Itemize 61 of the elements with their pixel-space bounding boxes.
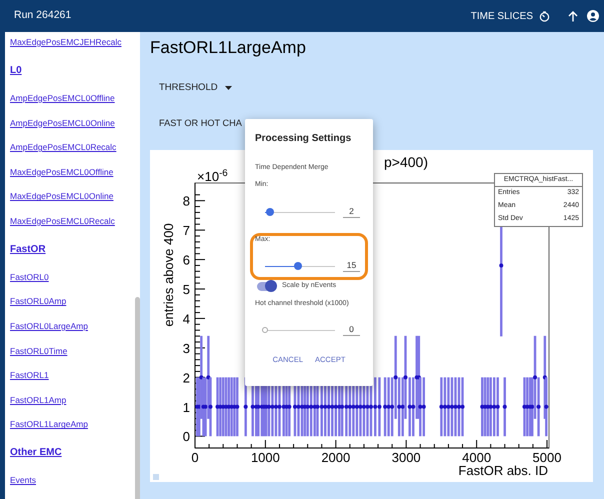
exponent-label: ×10$^{-6}$ bbox=[197, 167, 228, 186]
slider[interactable] bbox=[265, 207, 335, 217]
tick-label: 8 bbox=[182, 194, 190, 209]
toggle-switch[interactable] bbox=[257, 282, 274, 290]
sidebar-link[interactable]: AmpEdgePosEMCL0Online bbox=[10, 116, 115, 130]
sidebar-section-link[interactable]: Other EMC bbox=[10, 445, 62, 460]
corner-icon bbox=[153, 474, 159, 480]
sidebar-link[interactable]: MaxEdgePosEMCL0Online bbox=[10, 190, 114, 204]
run-title: Run 264261 bbox=[14, 8, 72, 24]
scrollbar-thumb[interactable] bbox=[135, 297, 140, 499]
value-field[interactable]: 2 bbox=[343, 206, 360, 218]
sidebar-link[interactable]: AmpEdgePosEMCL0Offline bbox=[10, 92, 115, 105]
sidebar-link[interactable]: FastORL0Time bbox=[10, 344, 68, 358]
page-title: FastORL1LargeAmp bbox=[150, 37, 307, 60]
sidebar-link[interactable]: FastORL0 bbox=[10, 270, 49, 284]
slider[interactable] bbox=[265, 261, 335, 271]
tick-label: 2 bbox=[182, 370, 190, 386]
value-field[interactable]: 15 bbox=[343, 260, 360, 272]
tick-label: 5 bbox=[182, 282, 190, 297]
section-label: FAST OR HOT CHA bbox=[159, 117, 242, 130]
sidebar-link[interactable]: AmpEdgePosEMCL0Recalc bbox=[10, 141, 116, 154]
tick-label: 4000 bbox=[462, 450, 492, 465]
axis-title: entries above 400 bbox=[161, 223, 176, 327]
slider-thumb[interactable] bbox=[262, 327, 268, 333]
tick-label: 5000 bbox=[532, 450, 562, 465]
tick-label: 0 bbox=[182, 429, 190, 444]
sidebar-link[interactable]: MaxEdgePosEMCL0Recalc bbox=[10, 214, 115, 228]
sidebar-link[interactable]: MaxEdgePosEMCL0Offline bbox=[10, 166, 114, 178]
sidebar-link[interactable]: FastORL1Amp bbox=[10, 394, 66, 407]
data-point bbox=[244, 377, 248, 436]
sidebar-link[interactable]: FastORL1 bbox=[10, 369, 49, 382]
sidebar-link[interactable]: FastORL1LargeAmp bbox=[10, 418, 88, 432]
tick-label: 3 bbox=[182, 340, 190, 356]
account-icon[interactable] bbox=[587, 10, 599, 22]
sidebar-link[interactable]: FastORL0LargeAmp bbox=[10, 320, 88, 333]
sidebar-link[interactable]: FastORL0Amp bbox=[10, 295, 66, 308]
slider-thumb[interactable] bbox=[294, 262, 302, 270]
slider[interactable] bbox=[265, 325, 335, 335]
tick-label: 6 bbox=[182, 252, 190, 268]
tick-label: 0 bbox=[191, 450, 199, 465]
tick-label: 2000 bbox=[321, 450, 350, 465]
sidebar-section-link[interactable]: FastOR bbox=[10, 242, 46, 257]
sidebar-link[interactable]: Events bbox=[10, 474, 36, 488]
slider-thumb[interactable] bbox=[266, 208, 274, 216]
dialog-title: Processing Settings bbox=[255, 132, 352, 145]
time-slices-button[interactable]: TIME SLICES bbox=[470, 8, 550, 24]
sidebar-section-link[interactable]: L0 bbox=[10, 62, 22, 78]
plot-title: p>400) bbox=[384, 154, 428, 170]
tick-label: 1 bbox=[182, 400, 190, 415]
timer-icon bbox=[539, 10, 550, 22]
threshold-dropdown[interactable]: THRESHOLD bbox=[159, 76, 232, 100]
data-point bbox=[502, 377, 507, 436]
tick-label: 1000 bbox=[250, 450, 280, 465]
tick-label: 3000 bbox=[392, 450, 421, 465]
caret-icon bbox=[224, 86, 232, 90]
up-arrow-icon[interactable] bbox=[568, 10, 578, 22]
value-field[interactable]: 0 bbox=[343, 324, 360, 336]
sidebar-link[interactable]: MaxEdgePosEMCJEHRecalc bbox=[10, 36, 122, 49]
tick-label: 4 bbox=[182, 311, 190, 326]
axis-title: FastOR abs. ID bbox=[458, 463, 548, 478]
tick-label: 7 bbox=[182, 223, 190, 238]
